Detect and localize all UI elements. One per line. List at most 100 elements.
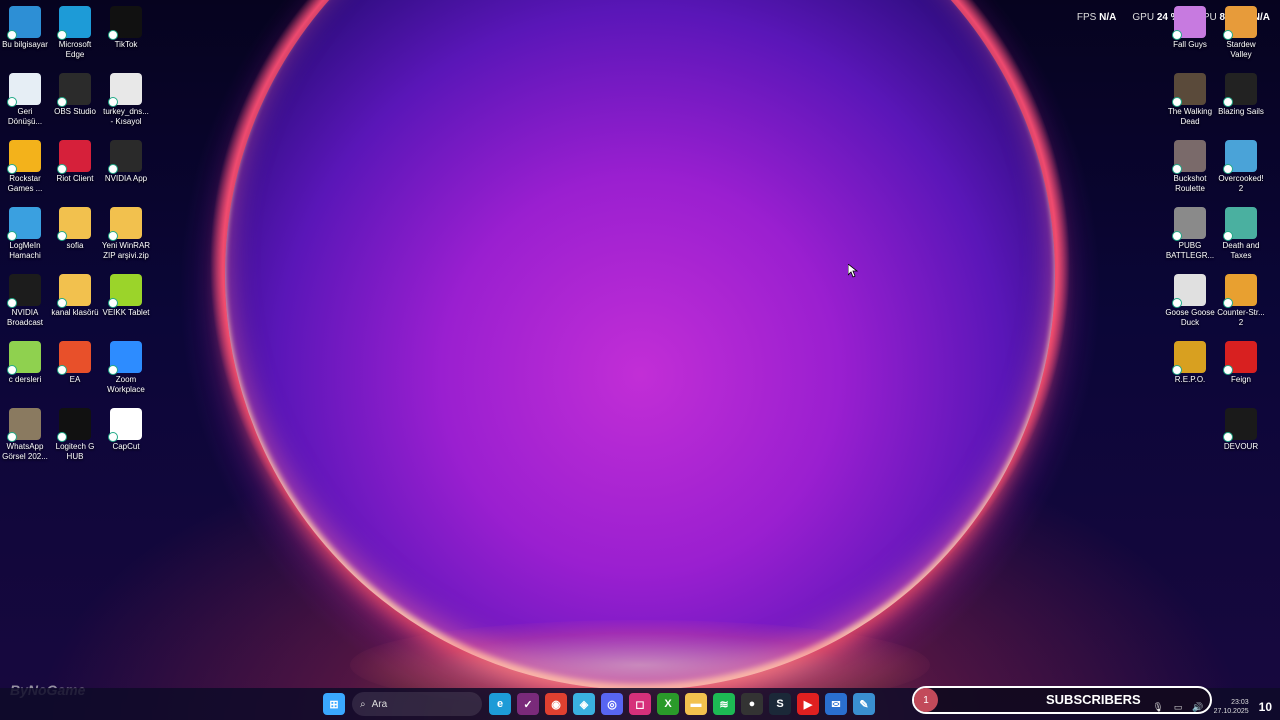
desktop-icon[interactable]: turkey_dns... - Kısayol [101, 73, 151, 127]
desktop-icon[interactable]: Blazing Sails [1216, 73, 1266, 117]
desktop-icon[interactable]: Buckshot Roulette [1165, 140, 1215, 194]
desktop-icon[interactable]: Fall Guys [1165, 6, 1215, 50]
desktop-icon[interactable]: TikTok [101, 6, 151, 50]
image-file-icon [7, 408, 41, 442]
sync-check-icon [1223, 164, 1233, 174]
sync-check-icon [57, 164, 67, 174]
desktop-icon[interactable]: NVIDIA App [101, 140, 151, 184]
desktop-icon-label: Stardew Valley [1226, 40, 1256, 59]
sync-check-icon [1223, 298, 1233, 308]
desktop-icon[interactable]: VEIKK Tablet [101, 274, 151, 318]
desktop-icon[interactable]: Feign [1216, 341, 1266, 385]
desktop-icon-label: R.E.P.O. [1174, 375, 1206, 384]
desktop-icon[interactable]: Logitech G HUB [50, 408, 100, 462]
desktop-icon[interactable]: NVIDIA Broadcast [0, 274, 50, 328]
desktop-icon[interactable]: R.E.P.O. [1165, 341, 1215, 385]
desktop-icon[interactable]: Rockstar Games ... [0, 140, 50, 194]
nvidia-icon [108, 140, 142, 174]
desktop-icon-label: Counter-Str... 2 [1217, 308, 1265, 327]
desktop-icon-label: NVIDIA App [104, 174, 148, 183]
desktop-icon[interactable]: The Walking Dead [1165, 73, 1215, 127]
desktop-icon[interactable]: Yeni WinRAR ZIP arşivi.zip [101, 207, 151, 261]
sync-check-icon [108, 30, 118, 40]
sync-check-icon [1172, 298, 1182, 308]
sync-check-icon [7, 298, 17, 308]
desktop-icon[interactable]: sofia [50, 207, 100, 251]
sync-check-icon [1172, 97, 1182, 107]
sync-check-icon [7, 231, 17, 241]
obs-icon [57, 73, 91, 107]
buckshot-icon [1172, 140, 1206, 174]
goose-icon [1172, 274, 1206, 308]
search-placeholder: Ara [371, 698, 388, 710]
sync-check-icon [57, 231, 67, 241]
steam-taskbar-icon[interactable]: S [769, 693, 791, 715]
desktop-icon[interactable]: CapCut [101, 408, 151, 452]
sync-check-icon [108, 231, 118, 241]
desktop-icon[interactable]: WhatsApp Görsel 202... [0, 408, 50, 462]
desktop-icon-label: Blazing Sails [1218, 107, 1264, 116]
sync-check-icon [1223, 365, 1233, 375]
desktop-icon[interactable]: Bu bilgisayar [0, 6, 50, 50]
desktop-icon-label: The Walking Dead [1167, 107, 1213, 126]
edge-taskbar-icon[interactable]: e [489, 693, 511, 715]
desktop-icon[interactable]: Goose Goose Duck [1165, 274, 1215, 328]
start-icon[interactable]: ⊞ [323, 693, 345, 715]
desktop-icon-label: Bu bilgisayar [2, 40, 48, 49]
spotify-taskbar-icon[interactable]: ≋ [713, 693, 735, 715]
desktop-icon-label: Rockstar Games ... [7, 174, 43, 193]
xbox-taskbar-icon[interactable]: X [657, 693, 679, 715]
desktop-icon[interactable]: LogMeIn Hamachi [0, 207, 50, 261]
desktop-icon[interactable]: Zoom Workplace [101, 341, 151, 395]
desktop-icon[interactable]: Riot Client [50, 140, 100, 184]
sync-check-icon [57, 432, 67, 442]
desktop-icon[interactable]: EA [50, 341, 100, 385]
desktop-icon[interactable]: kanal klasörü [50, 274, 100, 318]
desktop-icon[interactable]: PUBG BATTLEGR... [1165, 207, 1215, 261]
desktop-icon-label: Zoom Workplace [107, 375, 145, 394]
cs2-icon [1223, 274, 1257, 308]
tiktok-icon [108, 6, 142, 40]
desktop-icon[interactable]: OBS Studio [50, 73, 100, 117]
desktop-icon-label: VEIKK Tablet [102, 308, 150, 317]
app-taskbar-icon[interactable]: ✓ [517, 693, 539, 715]
sync-check-icon [7, 30, 17, 40]
notification-count[interactable]: 10 [1259, 700, 1272, 714]
notepad-taskbar-icon[interactable]: ✎ [853, 693, 875, 715]
desktop-icon[interactable]: Death and Taxes [1216, 207, 1266, 261]
desktop-icon[interactable]: c dersleri [0, 341, 50, 385]
desktop-icon-label: c dersleri [8, 375, 42, 384]
explorer-taskbar-icon[interactable]: ▬ [685, 693, 707, 715]
desktop-icon-label: TikTok [114, 40, 138, 49]
desktop-icon[interactable]: DEVOUR [1216, 408, 1266, 452]
youtube-taskbar-icon[interactable]: ▶ [797, 693, 819, 715]
desktop-icon[interactable]: Counter-Str... 2 [1216, 274, 1266, 328]
sync-check-icon [1172, 365, 1182, 375]
overcooked-icon [1223, 140, 1257, 174]
desktop-icon[interactable]: Geri Dönüşü... [0, 73, 50, 127]
edge-icon [57, 6, 91, 40]
network-icon[interactable]: ▭ [1174, 702, 1183, 713]
rockstar-icon [7, 140, 41, 174]
desktop-icon-label: LogMeIn Hamachi [9, 241, 41, 260]
discord-taskbar-icon[interactable]: ◎ [601, 693, 623, 715]
mic-icon[interactable]: 🎙 [1152, 702, 1163, 713]
clock[interactable]: 23:03 27.10.2025 [1214, 698, 1249, 716]
instagram-taskbar-icon[interactable]: ◻ [629, 693, 651, 715]
desktop-icon-label: Geri Dönüşü... [7, 107, 43, 126]
sync-check-icon [108, 97, 118, 107]
desktop-icon[interactable]: Overcooked! 2 [1216, 140, 1266, 194]
desktop-icon[interactable]: Stardew Valley [1216, 6, 1266, 60]
sync-check-icon [1223, 432, 1233, 442]
desktop-icon[interactable]: Microsoft Edge [50, 6, 100, 60]
fps-stat: FPS N/A [1076, 12, 1117, 23]
volume-icon[interactable]: 🔊 [1192, 702, 1203, 713]
chrome-taskbar-icon[interactable]: ◉ [545, 693, 567, 715]
mail-taskbar-icon[interactable]: ✉ [825, 693, 847, 715]
devour-icon [1223, 408, 1257, 442]
ea-icon [57, 341, 91, 375]
pubg-icon [1172, 207, 1206, 241]
taskbar-search[interactable]: ⌕ Ara [352, 692, 482, 716]
github-taskbar-icon[interactable]: ● [741, 693, 763, 715]
copilot-taskbar-icon[interactable]: ◈ [573, 693, 595, 715]
